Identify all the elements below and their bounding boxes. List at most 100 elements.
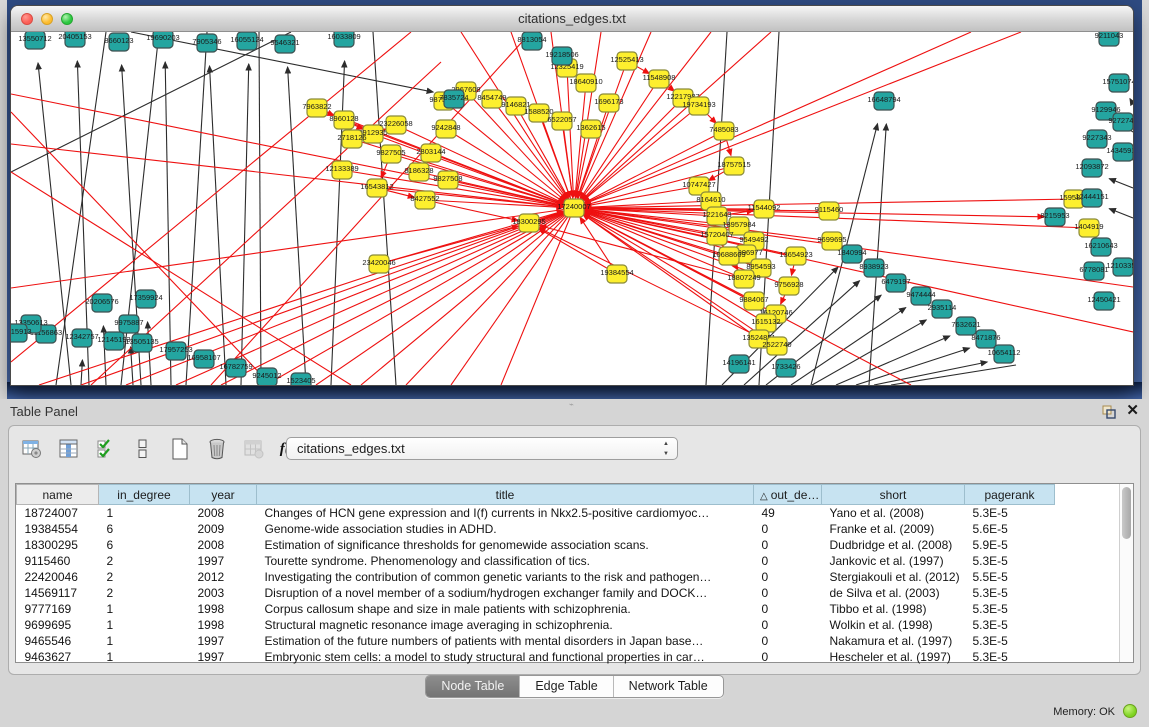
graph-node[interactable]: 12145193 (97, 332, 130, 350)
table-cell-out_degree[interactable]: 0 (754, 649, 822, 665)
delete-column-icon[interactable] (204, 436, 230, 462)
table-row[interactable]: 977716911998Corpus callosum shape and si… (17, 601, 1121, 617)
table-cell-name[interactable]: 22420046 (17, 569, 99, 585)
table-cell-in_degree[interactable]: 1 (99, 633, 190, 649)
network-view-window[interactable]: citations_edges.txt 17240007796382289601… (10, 5, 1134, 386)
table-cell-short[interactable]: Yano et al. (2008) (822, 505, 965, 521)
import-table-icon[interactable] (241, 436, 267, 462)
table-row[interactable]: 1938455462009Genome-wide association stu… (17, 521, 1121, 537)
table-row[interactable]: 2242004622012Investigating the contribut… (17, 569, 1121, 585)
column-header-title[interactable]: title (257, 485, 754, 505)
table-cell-short[interactable]: de Silva et al. (2003) (822, 585, 965, 601)
graph-node[interactable]: 16782759 (219, 359, 252, 377)
graph-node[interactable]: 9546321 (270, 35, 299, 53)
table-cell-short[interactable]: Dudbridge et al. (2008) (822, 537, 965, 553)
graph-node[interactable]: 19384554 (600, 265, 633, 283)
graph-edge[interactable] (288, 67, 306, 385)
memory-status-icon[interactable] (1123, 704, 1137, 718)
graph-node[interactable]: 6522057 (547, 112, 576, 130)
column-header-name[interactable]: name (17, 485, 99, 505)
table-cell-title[interactable]: Estimation of significance thresholds fo… (257, 537, 754, 553)
table-cell-name[interactable]: 18300295 (17, 537, 99, 553)
table-cell-out_degree[interactable]: 0 (754, 601, 822, 617)
table-row[interactable]: 969969511998Structural magnetic resonanc… (17, 617, 1121, 633)
show-columns-icon[interactable] (56, 436, 82, 462)
table-cell-title[interactable]: Changes of HCN gene expression and I(f) … (257, 505, 754, 521)
table-cell-short[interactable]: Jankovic et al. (1997) (822, 553, 965, 569)
table-cell-out_degree[interactable]: 0 (754, 617, 822, 633)
table-cell-name[interactable]: 14569117 (17, 585, 99, 601)
graph-node[interactable]: 7963822 (302, 99, 331, 117)
float-panel-icon[interactable] (1101, 404, 1116, 419)
window-titlebar[interactable]: citations_edges.txt (11, 6, 1133, 32)
graph-node[interactable]: 14345913 (1106, 143, 1133, 161)
close-window-icon[interactable] (21, 13, 33, 25)
graph-edge[interactable] (425, 200, 518, 221)
table-cell-short[interactable]: Hescheler et al. (1997) (822, 649, 965, 665)
graph-node[interactable]: 8660123 (104, 33, 133, 51)
network-view[interactable]: 1724000779638228960128891293523226058982… (11, 32, 1133, 385)
table-cell-title[interactable]: Structural magnetic resonance image aver… (257, 617, 754, 633)
graph-node[interactable]: 20405153 (58, 32, 91, 47)
graph-node[interactable]: 1840994 (837, 245, 866, 263)
table-row[interactable]: 1456911722003Disruption of a novel membe… (17, 585, 1121, 601)
graph-node[interactable]: 9115460 (815, 202, 844, 220)
table-cell-out_degree[interactable]: 0 (754, 633, 822, 649)
graph-node[interactable]: 8186328 (404, 163, 433, 181)
graph-node[interactable]: 14196141 (722, 355, 755, 373)
graph-node[interactable]: 10654112 (988, 345, 1021, 363)
zoom-window-icon[interactable] (61, 13, 73, 25)
table-cell-out_degree[interactable]: 0 (754, 569, 822, 585)
graph-node[interactable]: 1733426 (771, 359, 800, 377)
graph-edge[interactable] (81, 360, 82, 385)
graph-node[interactable]: 9242848 (431, 120, 460, 138)
graph-edge[interactable] (361, 208, 574, 385)
table-cell-in_degree[interactable]: 6 (99, 521, 190, 537)
table-row[interactable]: 1830029562008Estimation of significance … (17, 537, 1121, 553)
column-header-short[interactable]: short (822, 485, 965, 505)
graph-edge[interactable] (316, 208, 574, 385)
table-cell-year[interactable]: 2003 (190, 585, 257, 601)
column-header-in_degree[interactable]: in_degree (99, 485, 190, 505)
graph-node[interactable]: 16210643 (1084, 238, 1117, 256)
graph-node[interactable]: 17359924 (129, 290, 162, 308)
graph-node[interactable]: 7835724 (439, 90, 468, 108)
table-cell-pagerank[interactable]: 5.6E-5 (965, 521, 1055, 537)
table-cell-out_degree[interactable]: 0 (754, 553, 822, 569)
graph-node[interactable]: 7905346 (192, 34, 221, 52)
graph-node[interactable]: 1362615 (576, 120, 605, 138)
table-cell-title[interactable]: Genome-wide association studies in ADHD. (257, 521, 754, 537)
table-cell-title[interactable]: Investigating the contribution of common… (257, 569, 754, 585)
graph-node[interactable]: 12450421 (1087, 292, 1120, 310)
graph-edge[interactable] (221, 208, 574, 385)
table-cell-title[interactable]: Disruption of a novel member of a sodium… (257, 585, 754, 601)
table-cell-in_degree[interactable]: 2 (99, 585, 190, 601)
graph-node[interactable]: 16648794 (867, 92, 900, 110)
table-cell-pagerank[interactable]: 5.3E-5 (965, 649, 1055, 665)
graph-edge[interactable] (331, 61, 345, 385)
graph-node[interactable]: 8813054 (517, 32, 546, 50)
graph-node[interactable]: 1404919 (1074, 219, 1103, 237)
table-row[interactable]: 1872400712008Changes of HCN gene express… (17, 505, 1121, 521)
graph-edge[interactable] (165, 62, 171, 385)
graph-node[interactable]: 3915913 (11, 324, 32, 342)
table-cell-pagerank[interactable]: 5.3E-5 (965, 585, 1055, 601)
table-cell-short[interactable]: Wolkin et al. (1998) (822, 617, 965, 633)
graph-node[interactable]: 2522740 (762, 337, 791, 355)
table-cell-in_degree[interactable]: 1 (99, 649, 190, 665)
table-cell-out_degree[interactable]: 0 (754, 585, 822, 601)
table-cell-out_degree[interactable]: 0 (754, 521, 822, 537)
table-cell-year[interactable]: 1997 (190, 553, 257, 569)
table-cell-year[interactable]: 2009 (190, 521, 257, 537)
table-cell-pagerank[interactable]: 5.3E-5 (965, 601, 1055, 617)
table-cell-year[interactable]: 2008 (190, 505, 257, 521)
graph-node[interactable]: 9827505 (376, 145, 405, 163)
graph-node[interactable]: 1615132 (751, 314, 780, 332)
graph-node[interactable]: 12093872 (1075, 159, 1108, 177)
graph-node[interactable]: 16543812 (360, 179, 393, 197)
graph-edge[interactable] (562, 121, 572, 197)
create-column-icon[interactable] (167, 436, 193, 462)
table-row[interactable]: 946362711997Embryonic stem cells: a mode… (17, 649, 1121, 665)
graph-node[interactable]: 7485083 (709, 122, 738, 140)
table-cell-in_degree[interactable]: 6 (99, 537, 190, 553)
